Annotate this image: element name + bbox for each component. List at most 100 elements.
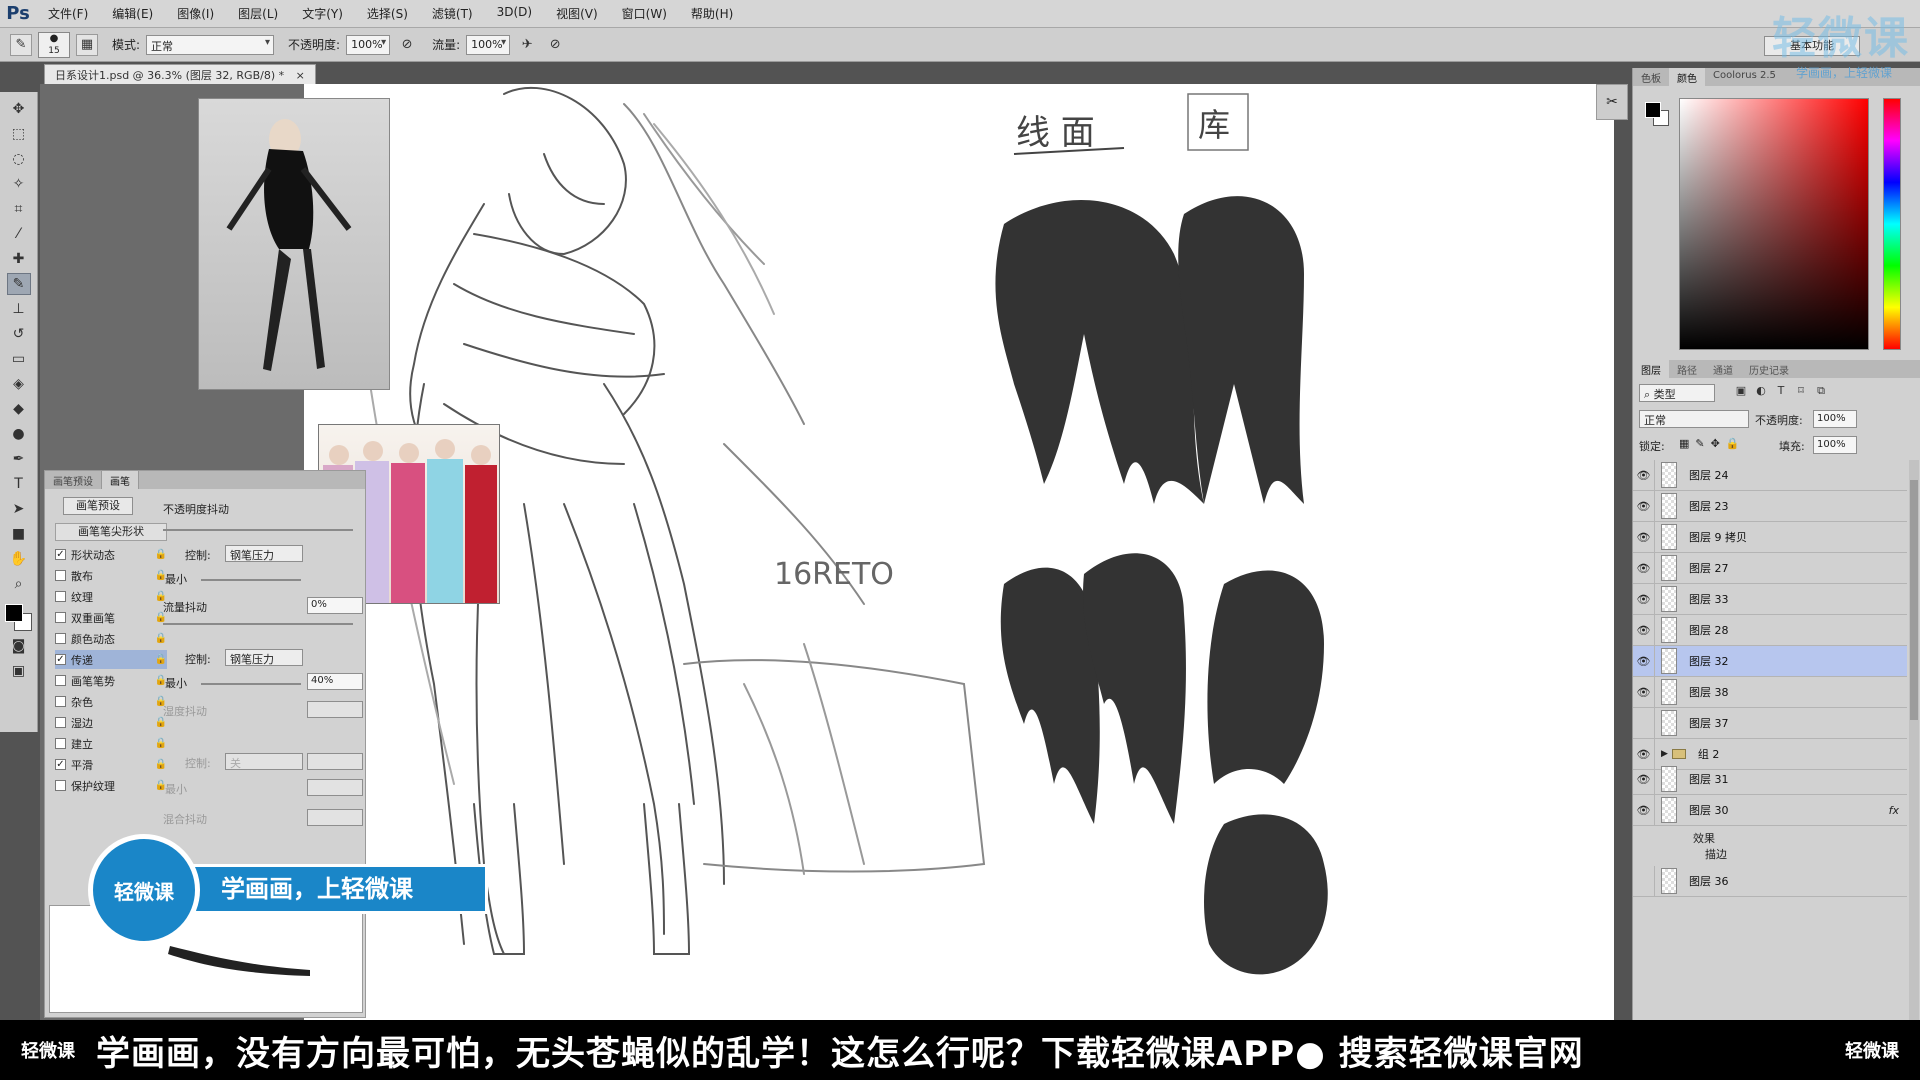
- brush-size-picker[interactable]: ● 15: [38, 31, 70, 58]
- hand-tool-icon[interactable]: ✋: [7, 548, 31, 570]
- tools-settings-icon[interactable]: ✂: [1606, 94, 1618, 110]
- layer-row[interactable]: 👁 图层 32: [1633, 645, 1907, 677]
- eraser-tool-icon[interactable]: ▭: [7, 348, 31, 370]
- screen-mode-icon[interactable]: ▣: [7, 660, 31, 682]
- menu-item[interactable]: 3D(D): [485, 5, 544, 22]
- lock-icon[interactable]: 🔒: [155, 549, 167, 560]
- quick-select-tool-icon[interactable]: ✧: [7, 173, 31, 195]
- brush-option-item[interactable]: ✓ 形状动态 🔒: [55, 545, 167, 564]
- layer-row[interactable]: 👁 图层 38: [1633, 676, 1907, 708]
- layer-effects-icon[interactable]: fx: [1889, 804, 1899, 817]
- layer-row[interactable]: 👁 图层 33: [1633, 583, 1907, 615]
- blur-tool-icon[interactable]: ◆: [7, 398, 31, 420]
- menu-item[interactable]: 帮助(H): [679, 5, 745, 22]
- flow-jitter-slider[interactable]: [163, 623, 353, 625]
- flow-jitter-field[interactable]: 0%: [307, 597, 363, 614]
- brush-option-checkbox[interactable]: [55, 717, 66, 728]
- visibility-eye-icon[interactable]: 👁: [1633, 763, 1655, 795]
- brush-tool-icon[interactable]: ✎: [10, 33, 32, 56]
- reference-photo-model[interactable]: [198, 98, 390, 390]
- layer-blend-mode-select[interactable]: 正常: [1639, 410, 1749, 428]
- lock-icon[interactable]: 🔒: [155, 654, 167, 665]
- min-slider[interactable]: [201, 579, 301, 581]
- layer-row[interactable]: 👁 图层 27: [1633, 552, 1907, 584]
- stamp-tool-icon[interactable]: ⊥: [7, 298, 31, 320]
- menu-item[interactable]: 选择(S): [355, 5, 420, 22]
- marquee-tool-icon[interactable]: ⬚: [7, 123, 31, 145]
- crop-tool-icon[interactable]: ⌗: [7, 198, 31, 220]
- tab-coolorus[interactable]: Coolorus 2.5: [1705, 68, 1784, 86]
- filter-shape-icon[interactable]: ⌑: [1793, 384, 1809, 400]
- close-tab-icon[interactable]: ×: [296, 69, 305, 82]
- brush-option-item[interactable]: ✓ 传递 🔒: [55, 650, 167, 669]
- lock-icons[interactable]: ▦✎✥🔒: [1679, 437, 1746, 450]
- foreground-color-swatch[interactable]: [4, 604, 23, 622]
- brush-option-item[interactable]: 建立 🔒: [55, 734, 167, 753]
- brush-option-checkbox[interactable]: [55, 675, 66, 686]
- min2-slider[interactable]: [201, 683, 301, 685]
- color-panel-foreground-swatch[interactable]: [1645, 102, 1661, 118]
- tab-brush[interactable]: 画笔: [102, 471, 139, 489]
- layer-opacity-field[interactable]: 100%: [1813, 410, 1857, 428]
- menu-item[interactable]: 编辑(E): [100, 5, 165, 22]
- visibility-eye-icon[interactable]: 👁: [1633, 521, 1655, 553]
- tab-channels[interactable]: 通道: [1705, 360, 1741, 378]
- visibility-eye-icon[interactable]: 👁: [1633, 552, 1655, 584]
- brush-option-item[interactable]: 纹理 🔒: [55, 587, 167, 606]
- layer-row[interactable]: 👁 图层 23: [1633, 490, 1907, 522]
- brush-option-checkbox[interactable]: [55, 570, 66, 581]
- visibility-eye-icon[interactable]: [1633, 865, 1655, 897]
- pressure-opacity-icon[interactable]: ⊘: [396, 34, 418, 56]
- tab-history[interactable]: 历史记录: [1741, 360, 1797, 378]
- visibility-eye-icon[interactable]: 👁: [1633, 490, 1655, 522]
- bucket-tool-icon[interactable]: ◈: [7, 373, 31, 395]
- visibility-eye-icon[interactable]: 👁: [1633, 583, 1655, 615]
- brush-option-checkbox[interactable]: [55, 612, 66, 623]
- filter-smart-icon[interactable]: ⧉: [1813, 384, 1829, 400]
- visibility-eye-icon[interactable]: 👁: [1633, 676, 1655, 708]
- layer-row[interactable]: 图层 37: [1633, 707, 1907, 739]
- filter-type-icon[interactable]: T: [1773, 384, 1789, 400]
- brush-tool-icon[interactable]: ✎: [6, 273, 31, 295]
- brush-panel-toggle-icon[interactable]: ▦: [76, 33, 98, 56]
- tab-color[interactable]: 颜色: [1669, 68, 1705, 86]
- brush-option-item[interactable]: 保护纹理 🔒: [55, 776, 167, 795]
- menu-item[interactable]: 文件(F): [36, 5, 100, 22]
- fill-field[interactable]: 100%: [1813, 436, 1857, 454]
- layer-effect-stroke[interactable]: 描边: [1705, 846, 1727, 862]
- brush-option-item[interactable]: 散布 🔒: [55, 566, 167, 585]
- tab-layers[interactable]: 图层: [1633, 360, 1669, 378]
- filter-pixel-icon[interactable]: ▣: [1733, 384, 1749, 400]
- color-swatches[interactable]: [4, 604, 33, 632]
- layer-scroll-thumb[interactable]: [1910, 480, 1918, 720]
- move-tool-icon[interactable]: ✥: [7, 98, 31, 120]
- shape-tool-icon[interactable]: ■: [7, 523, 31, 545]
- type-tool-icon[interactable]: T: [7, 473, 31, 495]
- document-canvas[interactable]: 线 面 库 16RETO: [304, 84, 1614, 1020]
- lasso-tool-icon[interactable]: ◌: [7, 148, 31, 170]
- brush-option-checkbox[interactable]: [55, 696, 66, 707]
- brush-option-checkbox[interactable]: ✓: [55, 654, 66, 665]
- brush-option-item[interactable]: 画笔笔势 🔒: [55, 671, 167, 690]
- menu-item[interactable]: 图像(I): [165, 5, 226, 22]
- brush-option-item[interactable]: ✓ 平滑 🔒: [55, 755, 167, 774]
- menu-item[interactable]: 视图(V): [544, 5, 610, 22]
- zoom-tool-icon[interactable]: ⌕: [7, 573, 31, 595]
- path-select-tool-icon[interactable]: ➤: [7, 498, 31, 520]
- hue-slider[interactable]: [1883, 98, 1901, 350]
- filter-adjust-icon[interactable]: ◐: [1753, 384, 1769, 400]
- lock-icon[interactable]: 🔒: [155, 759, 167, 770]
- brush-option-item[interactable]: 颜色动态 🔒: [55, 629, 167, 648]
- pressure-size-icon[interactable]: ⊘: [544, 34, 566, 56]
- quick-mask-icon[interactable]: ◙: [7, 635, 31, 657]
- visibility-eye-icon[interactable]: [1633, 707, 1655, 739]
- color-picker-field[interactable]: [1679, 98, 1869, 350]
- visibility-eye-icon[interactable]: 👁: [1633, 460, 1655, 491]
- layer-list-scrollbar[interactable]: [1909, 460, 1919, 1020]
- brush-option-checkbox[interactable]: ✓: [55, 549, 66, 560]
- opacity-jitter-slider[interactable]: [163, 529, 353, 531]
- brush-option-checkbox[interactable]: [55, 591, 66, 602]
- brush-option-checkbox[interactable]: [55, 633, 66, 644]
- control2-select[interactable]: 钢笔压力: [225, 649, 303, 666]
- layer-row[interactable]: 👁 图层 24: [1633, 460, 1907, 491]
